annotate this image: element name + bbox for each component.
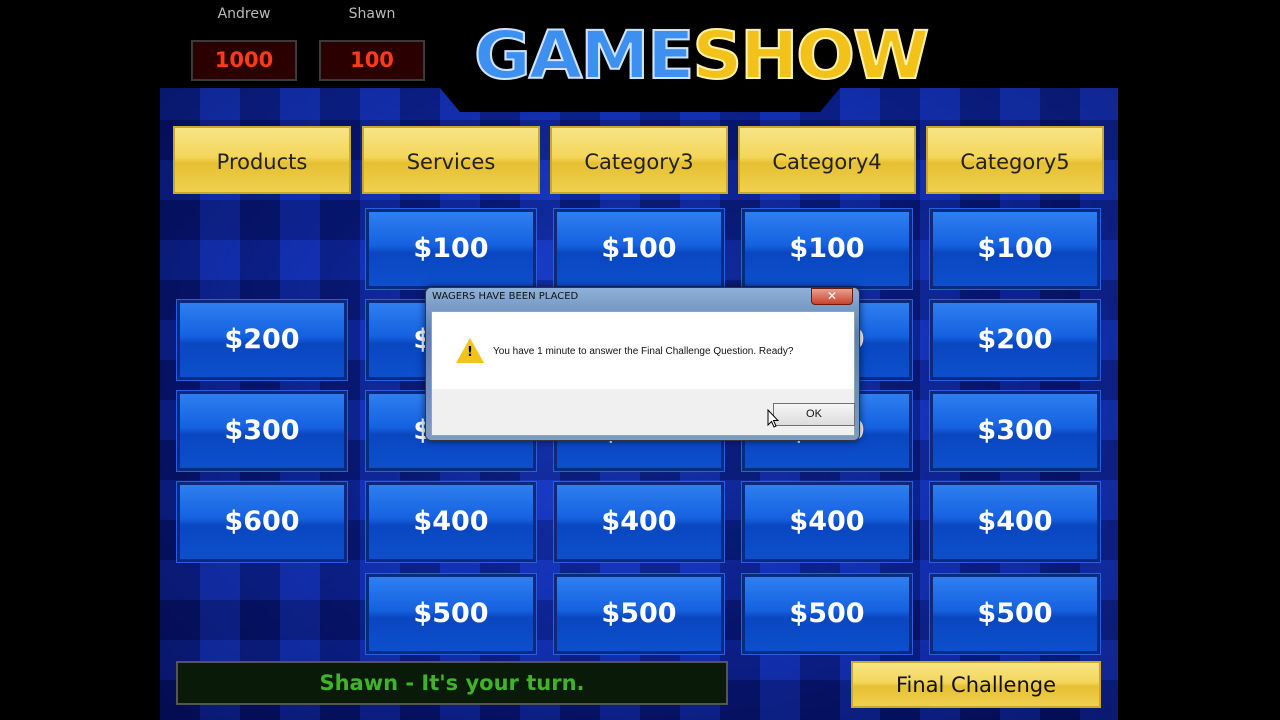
logo-game: GAME [473,17,696,94]
category-header: Category3 [550,126,728,194]
question-tile[interactable]: $400 [554,482,724,562]
question-tile[interactable]: $100 [930,209,1100,289]
gameshow-logo: GAMESHOW [473,17,930,94]
close-icon[interactable]: ✕ [811,288,853,305]
question-tile[interactable]: $300 [930,391,1100,471]
player-name-shawn: Shawn [348,6,396,22]
ok-button[interactable]: OK [773,403,855,426]
question-tile[interactable]: $400 [742,482,912,562]
question-tile[interactable]: $400 [366,482,536,562]
final-challenge-button[interactable]: Final Challenge [851,661,1101,708]
question-tile[interactable]: $600 [177,482,347,562]
question-tile[interactable]: $300 [177,391,347,471]
question-tile[interactable]: $100 [554,209,724,289]
question-tile[interactable]: $400 [930,482,1100,562]
question-tile[interactable]: $500 [366,574,536,654]
category-header: Services [362,126,540,194]
warning-icon-mark: ! [467,345,473,360]
mouse-cursor-icon [767,409,779,428]
question-tile[interactable]: $100 [742,209,912,289]
category-header: Products [173,126,351,194]
category-header: Category4 [738,126,916,194]
dialog-message: You have 1 minute to answer the Final Ch… [493,346,794,357]
question-tile[interactable]: $500 [742,574,912,654]
dialog-body: ! You have 1 minute to answer the Final … [431,311,855,436]
player-score-shawn: 100 [319,40,425,81]
question-tile[interactable]: $200 [177,300,347,380]
dialog-title: WAGERS HAVE BEEN PLACED [432,291,579,302]
category-header: Category5 [926,126,1104,194]
wagers-dialog: WAGERS HAVE BEEN PLACED ✕ ! You have 1 m… [425,287,860,441]
question-tile[interactable]: $200 [930,300,1100,380]
player-name-andrew: Andrew [217,6,271,22]
question-tile[interactable]: $100 [366,209,536,289]
question-tile[interactable]: $500 [554,574,724,654]
question-tile[interactable]: $500 [930,574,1100,654]
logo-show: SHOW [691,17,930,94]
turn-status: Shawn - It's your turn. [176,661,728,705]
player-score-andrew: 1000 [191,40,297,81]
